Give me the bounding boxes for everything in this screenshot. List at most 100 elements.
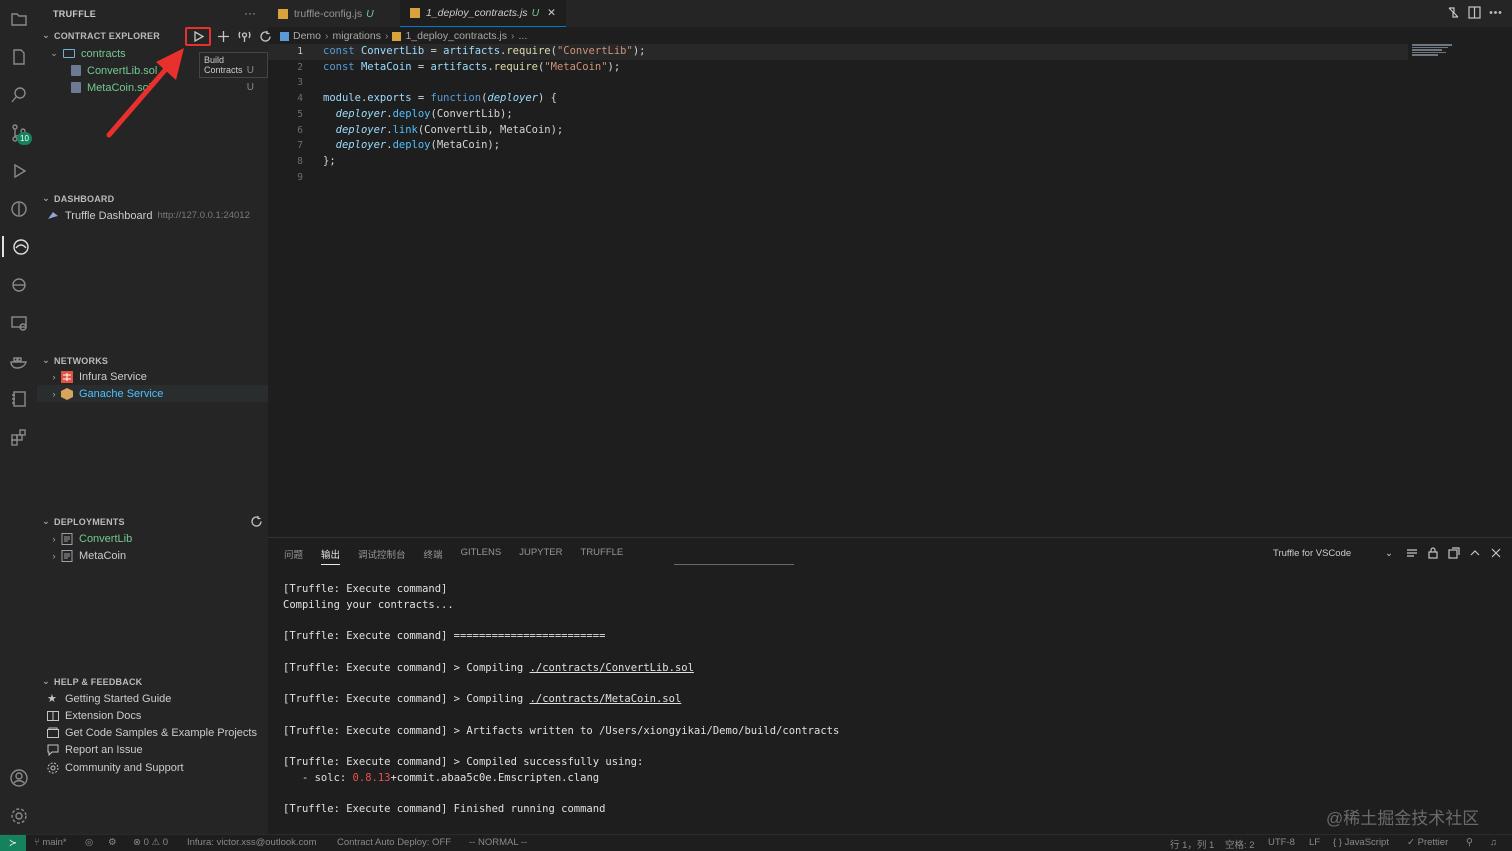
help-item-extension-docs[interactable]: Extension Docs	[37, 707, 268, 724]
breadcrumb-item[interactable]: 1_deploy_contracts.js	[405, 30, 507, 42]
truffle-dashboard-item[interactable]: Truffle Dashboard http://127.0.0.1:24012	[37, 207, 268, 224]
extensions-icon[interactable]	[8, 426, 29, 447]
open-changes-icon[interactable]	[1447, 6, 1460, 19]
close-panel-icon[interactable]	[1490, 547, 1502, 559]
auto-deploy-status[interactable]: Contract Auto Deploy: OFF	[337, 837, 451, 848]
breadcrumb-item[interactable]: migrations	[333, 30, 381, 42]
tab-terminal[interactable]: 终端	[424, 547, 443, 565]
help-item-label: Get Code Samples & Example Projects	[65, 726, 257, 739]
output-line: [Truffle: Execute command] > Compiling .…	[283, 662, 694, 674]
remote-indicator-icon[interactable]: ≻	[0, 835, 26, 851]
tab-output[interactable]: 输出	[321, 547, 341, 565]
panel-actions: Truffle for VSCode ⌄	[1269, 545, 1502, 561]
indent-spaces[interactable]: 空格: 2	[1225, 837, 1255, 851]
breadcrumb-item[interactable]: Demo	[293, 30, 321, 42]
deployment-metacoin[interactable]: › MetaCoin	[37, 547, 268, 564]
output-line: [Truffle: Execute command] > Compiling .…	[283, 693, 681, 705]
split-editor-icon[interactable]	[1468, 6, 1481, 19]
dashboard-url: http://127.0.0.1:24012	[157, 210, 250, 221]
more-actions-icon[interactable]	[1489, 6, 1502, 19]
deployment-label: MetaCoin	[79, 549, 127, 562]
tab-truffle[interactable]: TRUFFLE	[581, 547, 624, 565]
branch-status[interactable]: ⑂ main*	[34, 837, 67, 848]
account-icon[interactable]	[8, 767, 29, 788]
tab-problems[interactable]: 问题	[284, 547, 303, 565]
notifications-bell-icon[interactable]: ♫	[1490, 837, 1497, 848]
tab-debug-console[interactable]: 调试控制台	[358, 547, 406, 565]
network-infura[interactable]: › Infura Service	[37, 368, 268, 385]
tab-jupyter[interactable]: JUPYTER	[519, 547, 562, 565]
refresh-deployments-icon[interactable]	[248, 513, 265, 530]
check-icon: ✓	[1407, 837, 1418, 848]
deployment-convertlib[interactable]: › ConvertLib	[37, 530, 268, 547]
deploy-contracts-button[interactable]	[236, 28, 253, 45]
notebook-icon[interactable]	[8, 388, 29, 409]
line-number: 5	[297, 108, 303, 120]
network-label: Infura Service	[79, 370, 147, 383]
remote-explorer-icon[interactable]	[8, 312, 29, 333]
help-item-getting-started[interactable]: ★ Getting Started Guide	[37, 690, 268, 707]
run-debug-icon[interactable]	[8, 160, 29, 181]
chevron-right-icon: ›	[52, 388, 56, 399]
breadcrumb: Demo › migrations › 1_deploy_contracts.j…	[280, 29, 527, 43]
output-line: [Truffle: Execute command] Finished runn…	[283, 803, 606, 815]
remote-icon[interactable]	[8, 274, 29, 295]
dashboard-item-label: Truffle Dashboard	[65, 209, 153, 222]
maximize-panel-icon[interactable]	[1469, 547, 1481, 559]
line-ending[interactable]: LF	[1309, 837, 1320, 848]
minimap[interactable]	[1412, 44, 1454, 56]
output-line: [Truffle: Execute command] > Artifacts w…	[283, 725, 840, 737]
problems-status[interactable]: ⊗ 0 ⚠ 0	[133, 837, 168, 848]
line-number: 7	[297, 140, 303, 152]
cursor-position[interactable]: 行 1，列 1	[1170, 837, 1214, 851]
chevron-down-icon: ⌄	[42, 676, 50, 686]
close-icon[interactable]: ✕	[547, 7, 556, 19]
code-editor[interactable]: 1 const ConvertLib = artifacts.require("C…	[268, 44, 1408, 534]
deployments-header[interactable]: ⌄ DEPLOYMENTS	[41, 516, 125, 527]
dashboard-header[interactable]: ⌄ DASHBOARD	[41, 193, 114, 204]
help-item-report-issue[interactable]: Report an Issue	[37, 741, 268, 758]
help-item-community[interactable]: Community and Support	[37, 759, 268, 776]
infura-account[interactable]: Infura: victor.xss@outlook.com	[187, 837, 317, 848]
chevron-right-icon: ›	[52, 371, 56, 382]
files-icon[interactable]	[8, 46, 29, 67]
more-actions-icon[interactable]: ···	[244, 6, 256, 20]
docker-icon[interactable]	[8, 350, 29, 371]
language-mode[interactable]: { } JavaScript	[1333, 837, 1389, 848]
lock-scroll-icon[interactable]	[1427, 547, 1439, 559]
solidity-file-icon	[71, 65, 81, 76]
folder-icon	[280, 31, 289, 41]
open-in-editor-icon[interactable]	[1448, 547, 1460, 559]
clear-output-icon[interactable]	[1406, 547, 1418, 559]
search-icon[interactable]	[8, 84, 29, 105]
debug-icon[interactable]: ⚙	[108, 837, 117, 848]
explorer-icon[interactable]	[8, 8, 29, 29]
refresh-icon[interactable]	[257, 28, 274, 45]
tab-deploy-contracts[interactable]: 1_deploy_contracts.js U ✕	[400, 0, 566, 27]
file-link[interactable]: ./contracts/ConvertLib.sol	[530, 662, 694, 674]
code-line: 7 deployer.deploy(MetaCoin);	[268, 138, 1408, 154]
line-number: 2	[297, 61, 303, 73]
feedback-icon[interactable]: ⚲	[1466, 837, 1473, 848]
help-feedback-header[interactable]: ⌄ HELP & FEEDBACK	[41, 676, 142, 687]
deployment-label: ConvertLib	[79, 532, 133, 545]
file-link[interactable]: ./contracts/MetaCoin.sol	[530, 693, 682, 705]
code-text: deployer.deploy(MetaCoin);	[335, 139, 501, 152]
settings-gear-icon[interactable]	[8, 805, 29, 826]
tab-gitlens[interactable]: GITLENS	[461, 547, 502, 565]
output-channel-select[interactable]: Truffle for VSCode ⌄	[1269, 545, 1397, 561]
network-ganache[interactable]: › Ganache Service	[37, 385, 268, 402]
output-filter-input[interactable]	[674, 564, 794, 565]
sync-icon[interactable]: ◎	[85, 837, 93, 848]
git-graph-icon[interactable]	[8, 198, 29, 219]
help-item-code-samples[interactable]: Get Code Samples & Example Projects	[37, 724, 268, 741]
networks-header[interactable]: ⌄ NETWORKS	[41, 355, 108, 366]
encoding[interactable]: UTF-8	[1268, 837, 1295, 848]
branch-name: main*	[42, 837, 67, 848]
new-contract-button[interactable]	[215, 28, 232, 45]
code-text: deployer.deploy(ConvertLib);	[335, 107, 513, 120]
prettier-status[interactable]: ✓ Prettier	[1407, 837, 1448, 848]
tab-truffle-config[interactable]: truffle-config.js U	[268, 0, 384, 27]
truffle-icon[interactable]	[2, 236, 37, 257]
breadcrumb-item[interactable]: ...	[519, 30, 528, 42]
